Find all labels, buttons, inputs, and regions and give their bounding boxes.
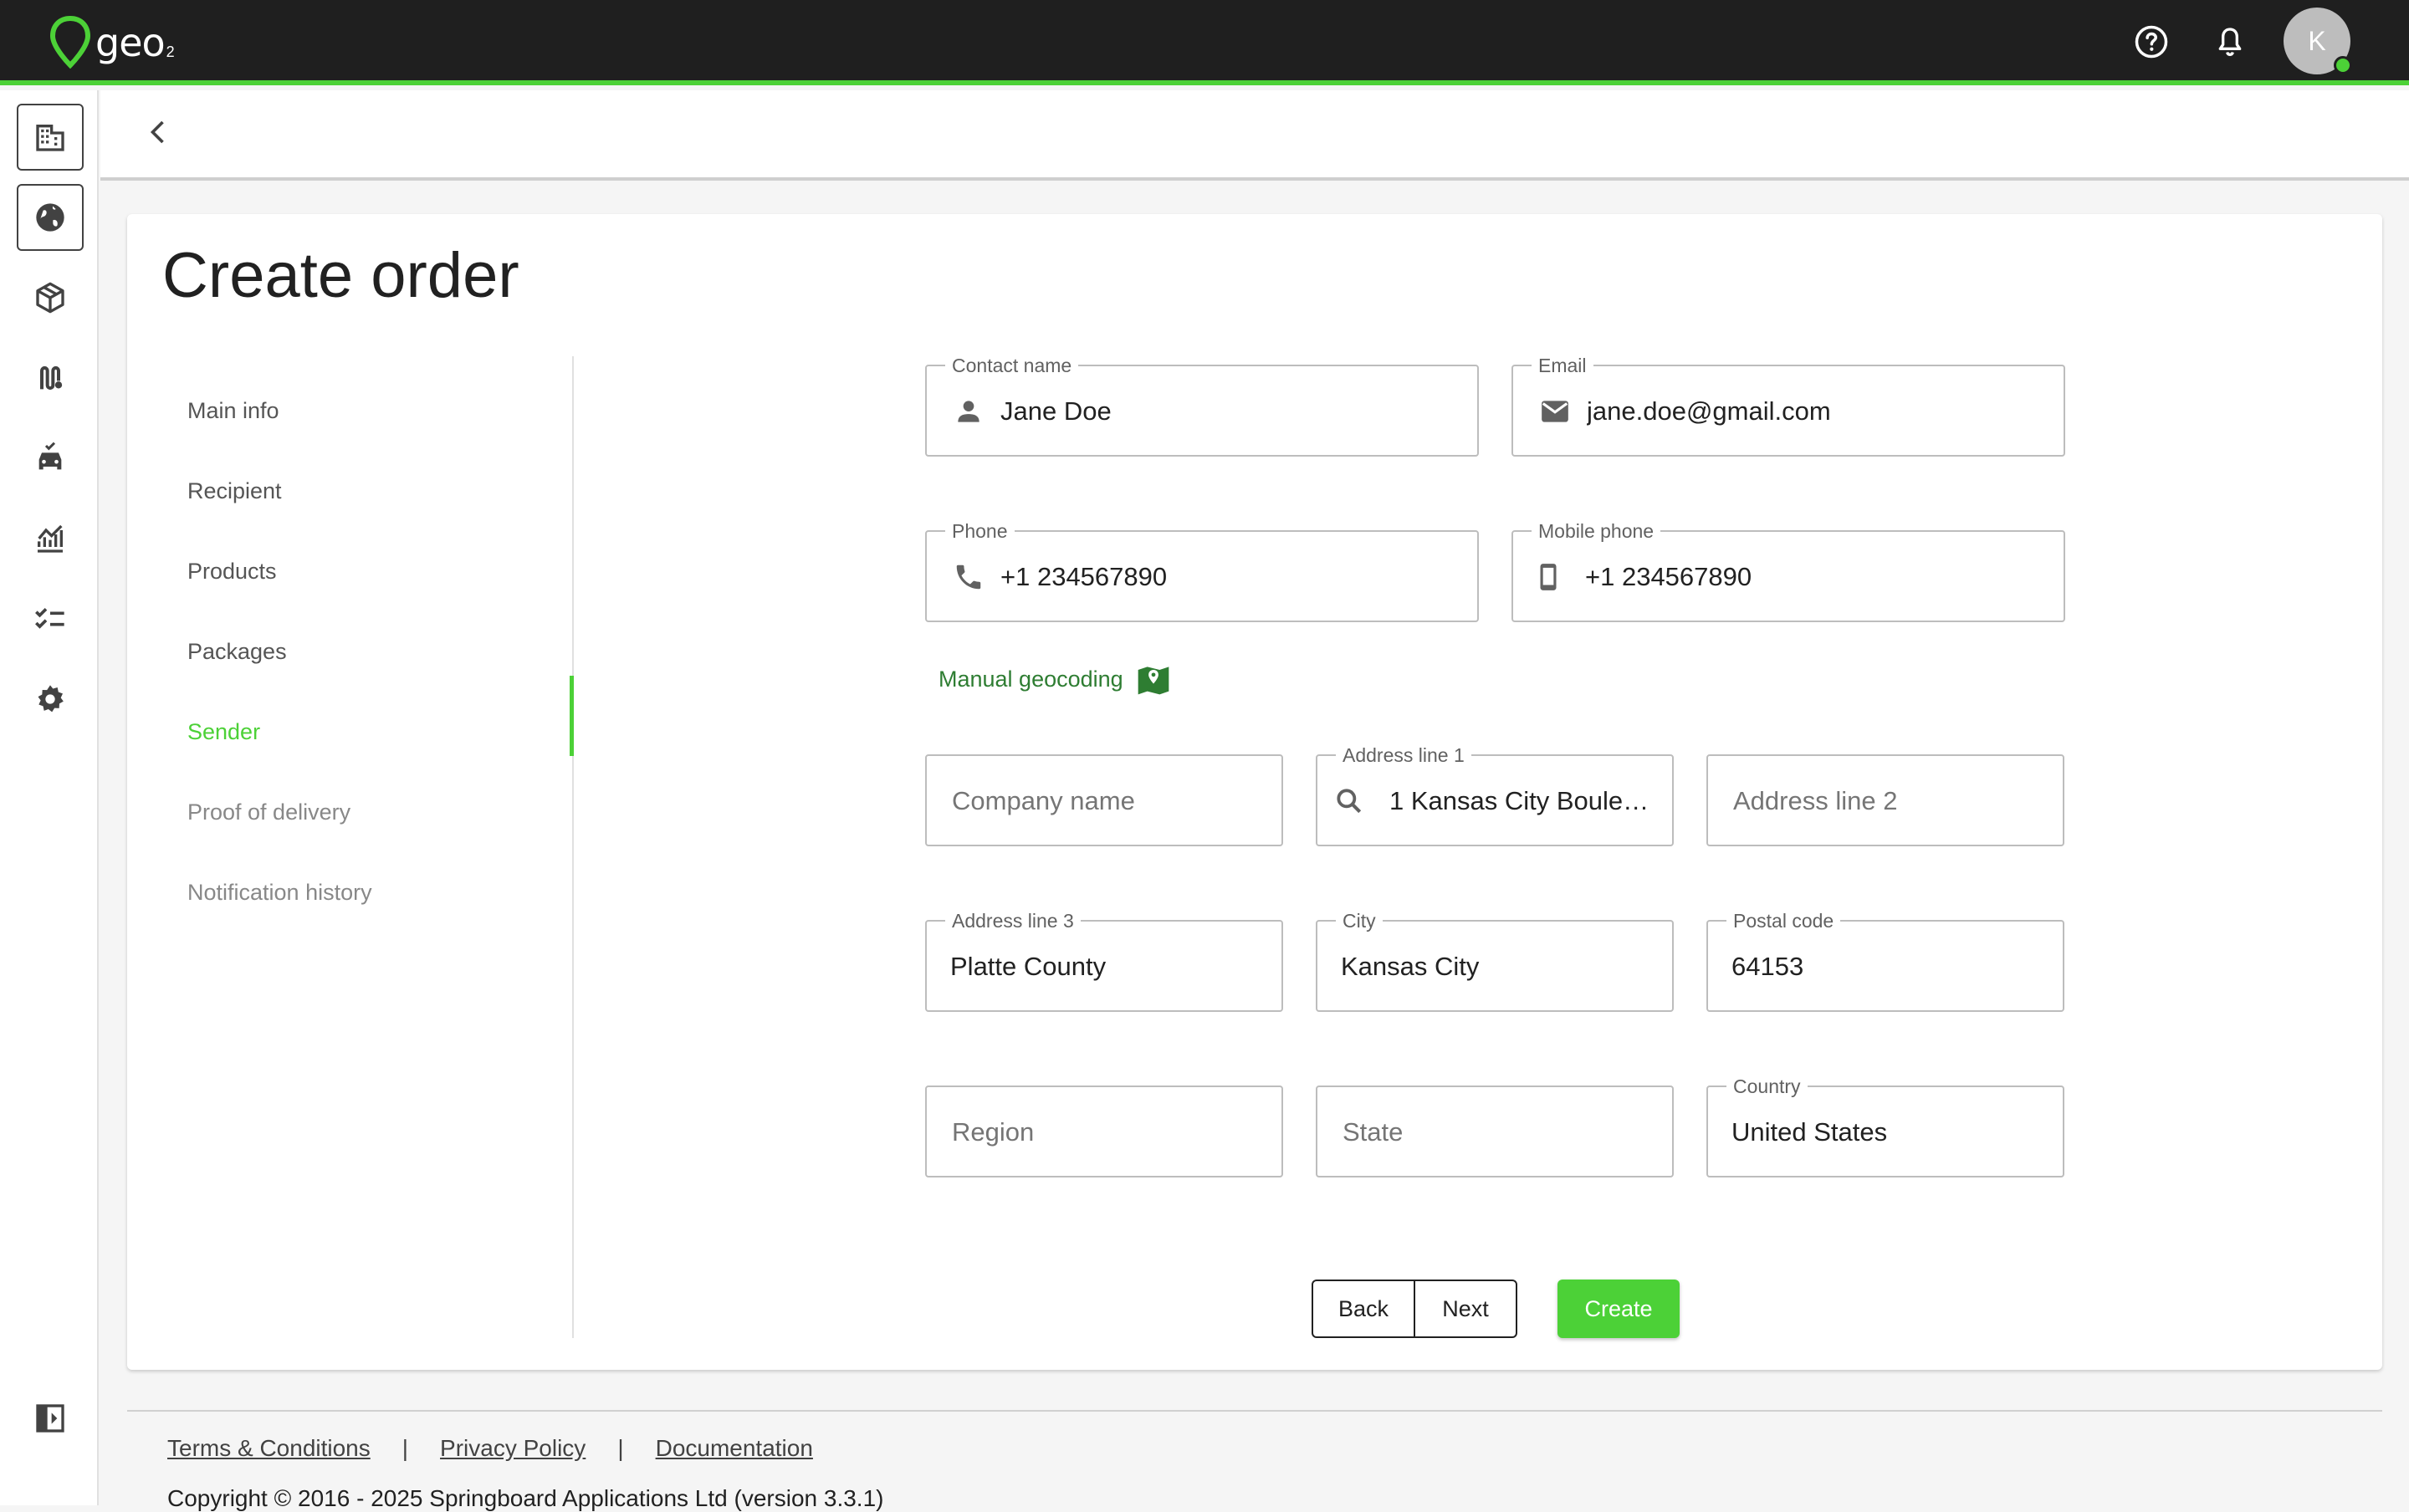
address-line-3-label: Address line 3 bbox=[945, 910, 1081, 932]
company-name-field[interactable]: Company name bbox=[925, 754, 1283, 846]
nav-item-main-info[interactable]: Main info bbox=[187, 398, 279, 424]
city-value: Kansas City bbox=[1341, 952, 1480, 981]
active-nav-indicator bbox=[570, 676, 574, 756]
company-name-placeholder: Company name bbox=[952, 786, 1135, 815]
mobile-phone-value: +1 234567890 bbox=[1585, 562, 1752, 591]
contact-name-field[interactable]: Contact name Jane Doe bbox=[925, 355, 1479, 457]
top-bar: geo 2 K bbox=[0, 0, 2409, 85]
user-avatar[interactable]: K bbox=[2284, 8, 2352, 74]
nav-item-sender[interactable]: Sender bbox=[187, 719, 260, 745]
bell-icon bbox=[2218, 28, 2242, 57]
manual-geocoding-label: Manual geocoding bbox=[939, 666, 1123, 692]
logo-subscript: 2 bbox=[166, 43, 175, 60]
help-button[interactable] bbox=[2131, 22, 2171, 62]
address-line-2-field[interactable]: Address line 2 bbox=[1706, 754, 2064, 846]
create-button[interactable]: Create bbox=[1557, 1280, 1680, 1338]
back-button[interactable]: Back bbox=[1312, 1280, 1415, 1338]
building-icon bbox=[36, 125, 64, 151]
address-line-2-placeholder: Address line 2 bbox=[1733, 786, 1898, 815]
footer-divider bbox=[127, 1410, 2382, 1412]
sidebar bbox=[0, 90, 99, 1505]
address-line-3-value: Platte County bbox=[950, 952, 1107, 981]
country-label: Country bbox=[1726, 1075, 1808, 1097]
copyright-text: Copyright © 2016 - 2025 Springboard Appl… bbox=[167, 1485, 884, 1511]
nav-item-products[interactable]: Products bbox=[187, 559, 277, 585]
location-pin-icon bbox=[49, 15, 91, 69]
footer-separator: | bbox=[617, 1435, 624, 1461]
map-marker-icon bbox=[1138, 667, 1169, 695]
city-field[interactable]: City Kansas City bbox=[1316, 910, 1674, 1012]
chart-icon bbox=[38, 524, 63, 553]
nav-item-recipient[interactable]: Recipient bbox=[187, 478, 282, 504]
back-navigation-button[interactable] bbox=[134, 107, 184, 157]
person-icon bbox=[952, 395, 985, 428]
car-icon bbox=[38, 442, 62, 470]
sidebar-collapse-button[interactable] bbox=[17, 1385, 84, 1452]
country-field[interactable]: Country United States bbox=[1706, 1075, 2064, 1177]
email-field[interactable]: Email jane.doe@gmail.com bbox=[1511, 355, 2065, 457]
help-circle-icon bbox=[2135, 25, 2168, 59]
avatar-initial: K bbox=[2308, 25, 2326, 56]
footer-separator: | bbox=[402, 1435, 409, 1461]
nav-item-packages[interactable]: Packages bbox=[187, 639, 287, 665]
app-logo[interactable]: geo 2 bbox=[49, 13, 175, 72]
sub-header bbox=[100, 90, 2409, 181]
sidebar-item-settings[interactable] bbox=[17, 666, 84, 733]
sidebar-item-globe[interactable] bbox=[17, 184, 84, 251]
smartphone-icon bbox=[1532, 560, 1565, 594]
region-placeholder: Region bbox=[952, 1117, 1035, 1147]
sidebar-item-packages[interactable] bbox=[17, 264, 84, 331]
notifications-button[interactable] bbox=[2210, 22, 2250, 62]
state-placeholder: State bbox=[1343, 1117, 1404, 1147]
section-nav: Main info Recipient Products Packages Se… bbox=[127, 356, 574, 1338]
terms-link[interactable]: Terms & Conditions bbox=[167, 1435, 371, 1462]
gear-icon bbox=[38, 685, 64, 713]
cube-icon bbox=[36, 282, 64, 314]
page-title: Create order bbox=[162, 240, 519, 311]
address-line-1-field[interactable]: Address line 1 1 Kansas City Boulevard bbox=[1316, 744, 1674, 846]
next-button[interactable]: Next bbox=[1414, 1280, 1517, 1338]
email-label: Email bbox=[1532, 355, 1593, 376]
nav-item-proof-of-delivery[interactable]: Proof of delivery bbox=[187, 799, 350, 825]
sidebar-collapse-icon bbox=[36, 1404, 64, 1433]
postal-code-value: 64153 bbox=[1731, 952, 1804, 981]
footer-links: Terms & Conditions | Privacy Policy | Do… bbox=[167, 1435, 813, 1462]
sidebar-item-buildings[interactable] bbox=[17, 104, 84, 171]
state-field[interactable]: State bbox=[1316, 1085, 1674, 1177]
nav-item-notification-history[interactable]: Notification history bbox=[187, 880, 372, 906]
postal-code-field[interactable]: Postal code 64153 bbox=[1706, 910, 2064, 1012]
online-status-dot bbox=[2334, 56, 2352, 74]
documentation-link[interactable]: Documentation bbox=[656, 1435, 813, 1462]
address-line-1-label: Address line 1 bbox=[1336, 744, 1471, 766]
contact-name-label: Contact name bbox=[945, 355, 1079, 376]
postal-code-label: Postal code bbox=[1726, 910, 1841, 932]
create-order-card: Create order Main info Recipient Product… bbox=[127, 214, 2382, 1370]
sidebar-item-vehicles[interactable] bbox=[17, 425, 84, 492]
chevron-left-icon bbox=[150, 120, 164, 144]
privacy-link[interactable]: Privacy Policy bbox=[440, 1435, 586, 1462]
mobile-phone-label: Mobile phone bbox=[1532, 520, 1661, 542]
route-icon bbox=[40, 365, 63, 391]
contact-name-value: Jane Doe bbox=[1000, 396, 1112, 426]
mail-icon bbox=[1538, 395, 1572, 428]
city-label: City bbox=[1336, 910, 1383, 932]
country-value: United States bbox=[1731, 1117, 1888, 1147]
email-value: jane.doe@gmail.com bbox=[1587, 396, 1831, 426]
phone-icon bbox=[952, 560, 985, 594]
sidebar-item-routes[interactable] bbox=[17, 345, 84, 411]
phone-label: Phone bbox=[945, 520, 1015, 542]
globe-icon bbox=[36, 203, 64, 232]
address-line-3-field[interactable]: Address line 3 Platte County bbox=[925, 910, 1283, 1012]
phone-value: +1 234567890 bbox=[1000, 562, 1168, 591]
search-icon bbox=[1332, 784, 1366, 818]
sidebar-item-analytics[interactable] bbox=[17, 505, 84, 572]
checklist-icon bbox=[35, 608, 64, 629]
address-line-1-value: 1 Kansas City Boulevard bbox=[1389, 786, 1654, 815]
manual-geocoding-link[interactable]: Manual geocoding bbox=[939, 661, 1172, 697]
logo-text: geo bbox=[95, 20, 166, 65]
sidebar-item-tasks[interactable] bbox=[17, 585, 84, 652]
phone-field[interactable]: Phone +1 234567890 bbox=[925, 520, 1479, 622]
region-field[interactable]: Region bbox=[925, 1085, 1283, 1177]
mobile-phone-field[interactable]: Mobile phone +1 234567890 bbox=[1511, 520, 2065, 622]
